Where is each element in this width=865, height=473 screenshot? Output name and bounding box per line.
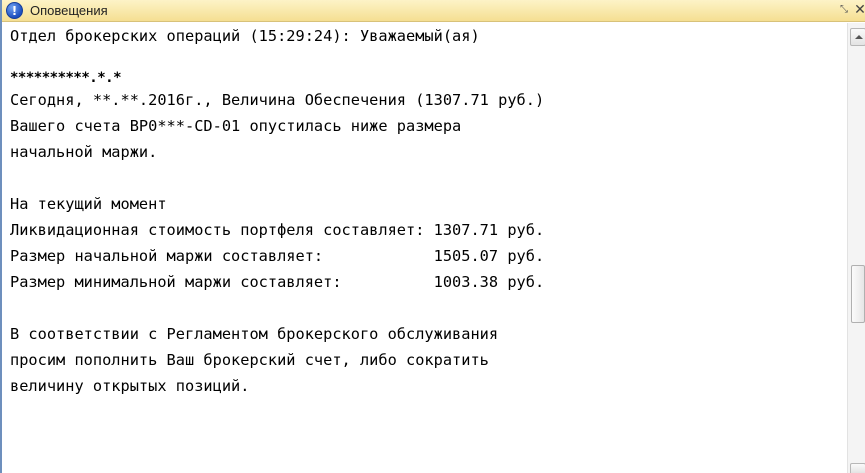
message-line-request: просим пополнить Ваш брокерский счет, ли… xyxy=(10,351,489,369)
scroll-up-arrow-icon[interactable] xyxy=(850,28,865,46)
scroll-down-arrow-icon[interactable] xyxy=(850,463,865,473)
message-line-account: Вашего счета BP0***-CD-01 опустилась ниж… xyxy=(10,117,462,135)
window-title: Оповещения xyxy=(30,3,108,18)
message-line-header: Отдел брокерских операций (15:29:24): Ув… xyxy=(10,27,480,45)
message-line-minimum-margin: Размер минимальной маржи составляет: 100… xyxy=(10,273,545,291)
title-bar[interactable]: ! Оповещения ⤡ ✕ xyxy=(2,0,865,22)
notifications-window: ! Оповещения ⤡ ✕ Отдел брокерских операц… xyxy=(0,0,865,473)
message-line-liquidation-value: Ликвидационная стоимость портфеля состав… xyxy=(10,221,545,239)
vertical-scrollbar[interactable] xyxy=(847,23,865,473)
message-line-regulation: В соответствии с Регламентом брокерского… xyxy=(10,325,499,343)
message-line-positions: величину открытых позиций. xyxy=(10,377,250,395)
info-icon: ! xyxy=(6,2,23,19)
message-masked-name: **********.*.* xyxy=(10,70,122,86)
expand-icon[interactable]: ⤡ xyxy=(837,3,851,17)
message-line-margin: начальной маржи. xyxy=(10,143,158,161)
message-line-initial-margin: Размер начальной маржи составляет: 1505.… xyxy=(10,247,545,265)
scroll-thumb[interactable] xyxy=(851,265,865,323)
message-line-current: На текущий момент xyxy=(10,195,167,213)
close-icon[interactable]: ✕ xyxy=(853,1,865,19)
message-line-collateral: Сегодня, **.**.2016г., Величина Обеспече… xyxy=(10,91,545,109)
message-text-area[interactable]: Отдел брокерских операций (15:29:24): Ув… xyxy=(6,23,846,473)
